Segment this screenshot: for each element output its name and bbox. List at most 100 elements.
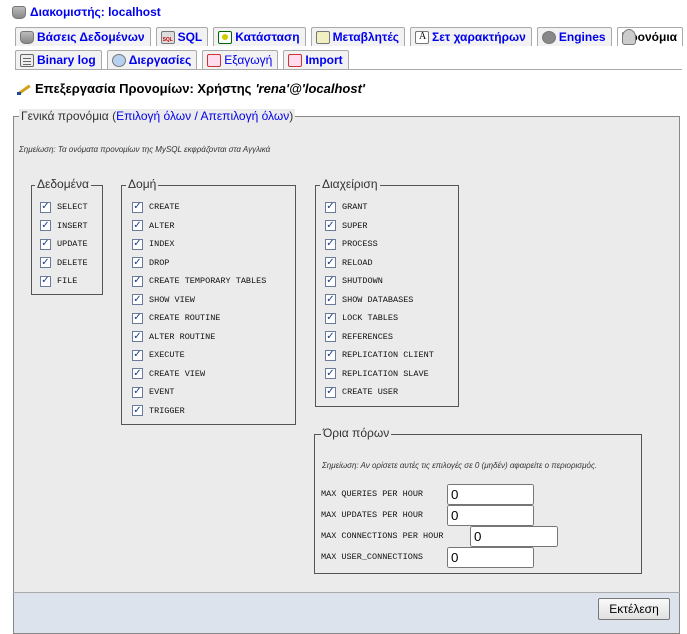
privilege-label: TRIGGER [149,405,185,416]
privilege-admin-7[interactable]: ✓ REFERENCES [325,329,393,345]
privilege-checkbox[interactable]: ✓ [132,257,143,268]
privilege-label: SELECT [57,202,88,212]
resource-limit-input[interactable] [447,547,534,568]
privilege-checkbox[interactable]: ✓ [132,312,143,324]
privilege-structure-3[interactable]: ✓ DROP [132,255,169,271]
structure-group-legend: Δομή [126,177,159,191]
privilege-checkbox[interactable]: ✓ [325,331,336,342]
privilege-checkbox[interactable]: ✓ [132,201,143,213]
privilege-admin-8[interactable]: ✓ REPLICATION CLIENT [325,347,434,363]
privilege-admin-6[interactable]: ✓ LOCK TABLES [325,310,398,326]
tab-engines[interactable]: Engines [536,27,612,46]
privilege-admin-1[interactable]: ✓ SUPER [325,218,368,234]
server-label[interactable]: Διακομιστής: localhost [30,5,161,19]
privilege-structure-11[interactable]: ✓ TRIGGER [132,403,185,419]
privilege-checkbox[interactable]: ✓ [325,294,336,305]
privilege-structure-4[interactable]: ✓ CREATE TEMPORARY TABLES [132,273,266,289]
privilege-admin-9[interactable]: ✓ REPLICATION SLAVE [325,366,429,382]
resource-limit-row: MAX USER_CONNECTIONS [321,547,423,567]
tab-import[interactable]: Import [283,50,349,69]
resource-limit-row: MAX QUERIES PER HOUR [321,484,423,504]
privilege-data-3[interactable]: ✓ DELETE [40,255,88,271]
privilege-admin-2[interactable]: ✓ PROCESS [325,236,378,252]
privilege-checkbox[interactable]: ✓ [132,294,143,305]
privilege-checkbox[interactable]: ✓ [325,386,336,398]
privilege-checkbox[interactable]: ✓ [40,275,51,287]
privilege-checkbox[interactable]: ✓ [132,331,143,342]
tab-binary-log[interactable]: Binary log [15,50,102,69]
privilege-label: REPLICATION CLIENT [342,350,434,360]
privilege-structure-2[interactable]: ✓ INDEX [132,236,175,252]
privilege-data-2[interactable]: ✓ UPDATE [40,236,88,252]
privilege-checkbox[interactable]: ✓ [325,368,336,379]
privilege-structure-6[interactable]: ✓ CREATE ROUTINE [132,310,220,326]
tabs-primary: Βάσεις Δεδομένων SQL Κατάσταση Μεταβλητέ… [15,27,684,46]
export-icon [207,53,222,67]
tab-variables[interactable]: Μεταβλητές [310,27,405,46]
edit-pencil-icon [17,83,31,95]
resource-limits-legend: Όρια πόρων [321,426,392,440]
resource-limit-input[interactable] [470,526,558,547]
server-breadcrumb[interactable]: Διακομιστής: localhost [12,3,161,21]
privilege-structure-0[interactable]: ✓ CREATE [132,199,180,215]
privilege-structure-5[interactable]: ✓ SHOW VIEW [132,292,195,308]
privilege-checkbox[interactable]: ✓ [40,257,51,268]
privilege-structure-1[interactable]: ✓ ALTER [132,218,175,234]
privilege-label: SHUTDOWN [342,276,383,286]
databases-icon [20,30,34,44]
privilege-checkbox[interactable]: ✓ [132,386,143,398]
privilege-checkbox[interactable]: ✓ [40,201,51,213]
privilege-data-4[interactable]: ✓ FILE [40,273,77,289]
resource-limit-input[interactable] [447,484,534,505]
resource-limit-label: MAX USER_CONNECTIONS [321,552,424,562]
tab-export[interactable]: Εξαγωγή [202,50,279,69]
privilege-label: EXECUTE [149,350,185,360]
tab-charsets[interactable]: Σετ χαρακτήρων [410,27,532,46]
go-button[interactable]: Εκτέλεση [598,598,670,620]
link-separator: / [194,109,198,123]
privilege-checkbox[interactable]: ✓ [325,201,336,213]
privilege-checkbox[interactable]: ✓ [40,238,51,250]
privilege-admin-4[interactable]: ✓ SHUTDOWN [325,273,383,289]
form-footer [14,593,679,633]
privilege-checkbox[interactable]: ✓ [132,368,143,379]
privilege-structure-8[interactable]: ✓ EXECUTE [132,347,185,363]
resource-limit-row: MAX CONNECTIONS PER HOUR [321,526,443,546]
privilege-structure-10[interactable]: ✓ EVENT [132,384,175,400]
status-icon [218,30,233,44]
privilege-checkbox[interactable]: ✓ [325,275,336,287]
privilege-checkbox[interactable]: ✓ [132,238,143,250]
privilege-data-0[interactable]: ✓ SELECT [40,199,88,215]
privilege-data-1[interactable]: ✓ INSERT [40,218,88,234]
tab-privileges[interactable]: Προνόμια [616,27,684,46]
privileges-icon [621,29,636,45]
privilege-checkbox[interactable]: ✓ [325,312,336,324]
check-all-link[interactable]: Επιλογή όλων [116,109,191,123]
privilege-checkbox[interactable]: ✓ [132,220,143,231]
privilege-checkbox[interactable]: ✓ [132,275,143,287]
privilege-admin-5[interactable]: ✓ SHOW DATABASES [325,292,413,308]
resource-limit-input[interactable] [447,505,534,526]
privilege-checkbox[interactable]: ✓ [325,238,336,250]
privilege-admin-10[interactable]: ✓ CREATE USER [325,384,398,400]
binlog-icon [20,53,34,67]
privilege-structure-9[interactable]: ✓ CREATE VIEW [132,366,205,382]
privilege-checkbox[interactable]: ✓ [325,349,336,361]
tab-sql[interactable]: SQL [155,27,209,46]
privilege-checkbox[interactable]: ✓ [132,349,143,361]
tab-databases[interactable]: Βάσεις Δεδομένων [15,27,151,46]
privilege-checkbox[interactable]: ✓ [325,257,336,268]
privilege-label: DROP [149,257,170,268]
privilege-admin-0[interactable]: ✓ GRANT [325,199,368,215]
privilege-label: SUPER [342,220,368,231]
privilege-structure-7[interactable]: ✓ ALTER ROUTINE [132,329,215,345]
tab-processes[interactable]: Διεργασίες [106,50,198,69]
tab-status[interactable]: Κατάσταση [213,27,306,46]
privilege-checkbox[interactable]: ✓ [132,405,143,416]
uncheck-all-link[interactable]: Απεπιλογή όλων [201,109,290,123]
privilege-label: SHOW DATABASES [342,294,414,305]
privilege-checkbox[interactable]: ✓ [325,220,336,231]
privilege-admin-3[interactable]: ✓ RELOAD [325,255,373,271]
privilege-label: ALTER [149,220,175,231]
privilege-checkbox[interactable]: ✓ [40,220,51,231]
